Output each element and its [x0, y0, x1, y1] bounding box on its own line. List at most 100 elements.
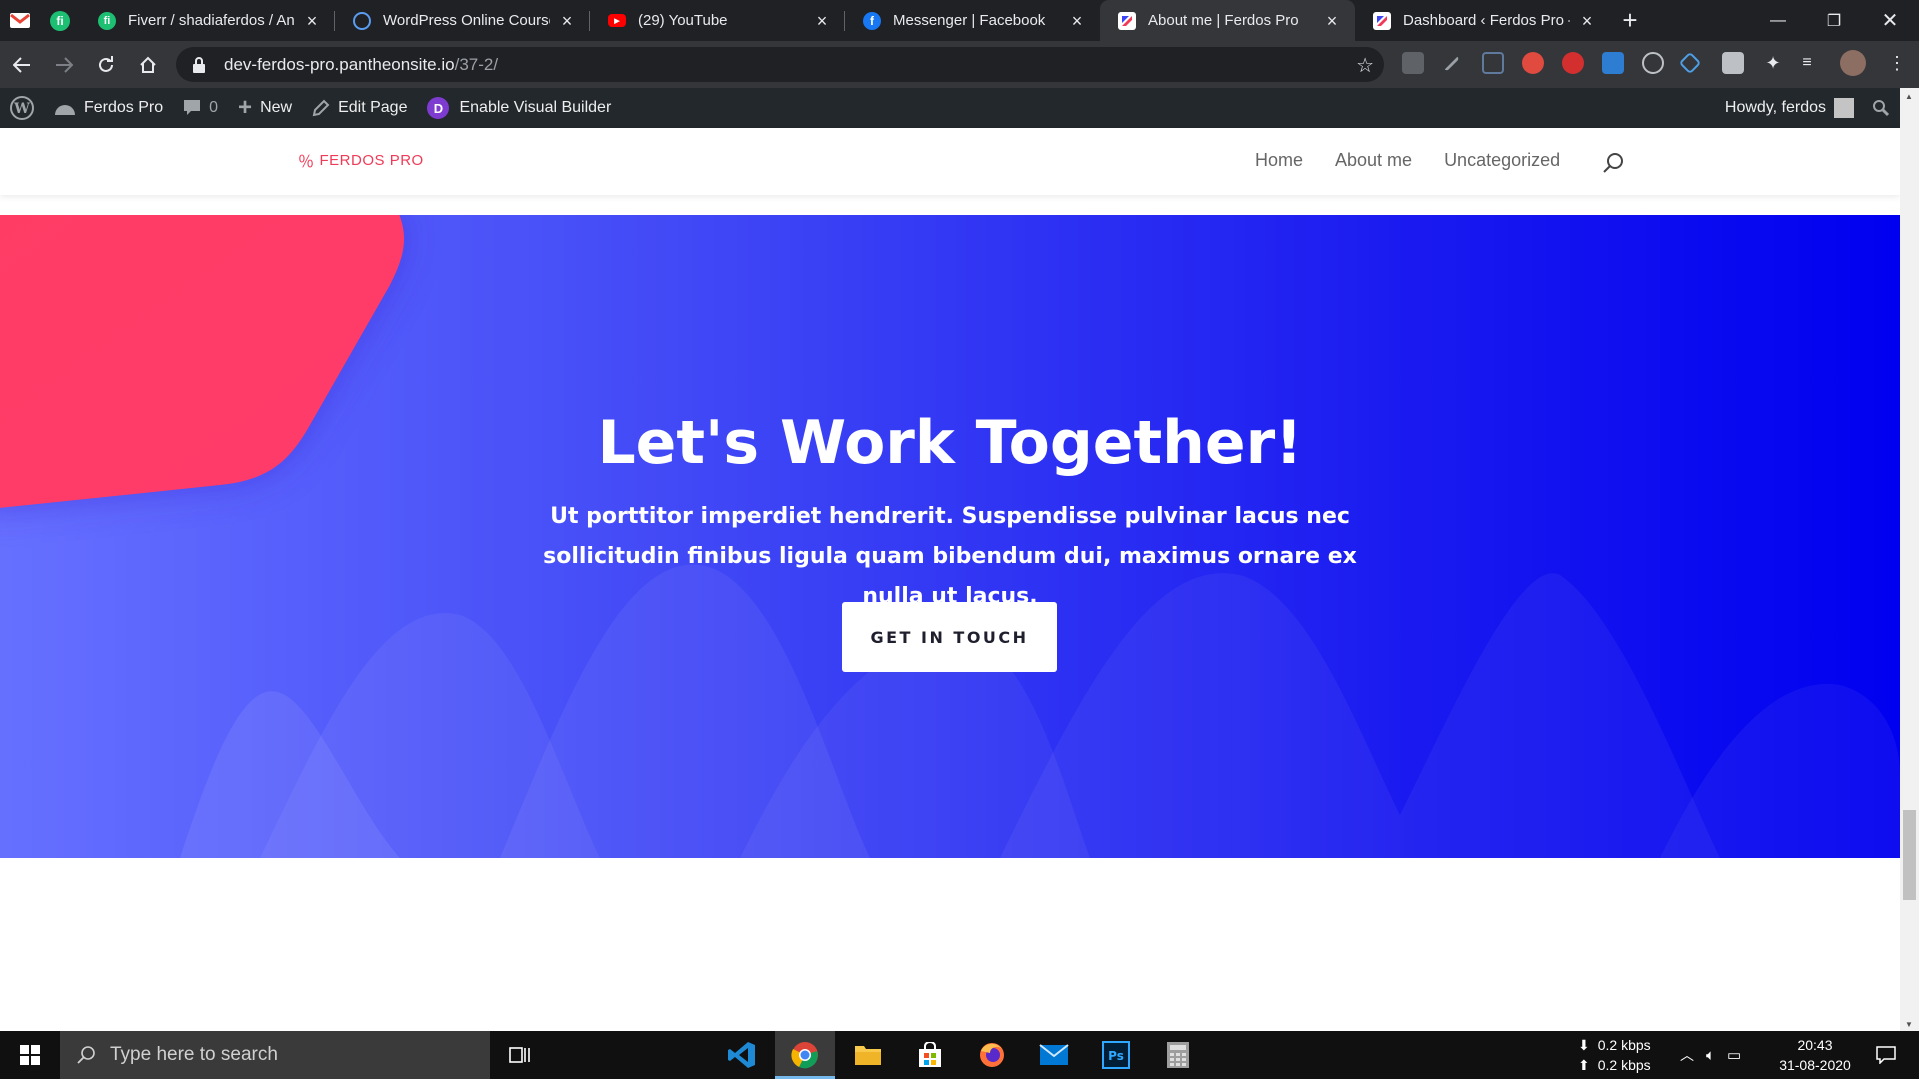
windows-taskbar: Type here to search Ps ⬇ ⬆ 0.2 kbps 0.2 … [0, 1031, 1919, 1079]
close-tab-icon[interactable]: × [1068, 12, 1086, 30]
tab-fiverr[interactable]: fi Fiverr / shadiaferdos / Ana × [80, 0, 335, 41]
tab-youtube[interactable]: ▶ (29) YouTube × [590, 0, 845, 41]
address-bar[interactable]: dev-ferdos-pro.pantheonsite.io/37-2/ ☆ [176, 47, 1384, 82]
tab-pinned-gmail[interactable] [0, 0, 40, 41]
wp-site-menu[interactable]: Ferdos Pro [44, 88, 173, 128]
close-tab-icon[interactable]: × [813, 12, 831, 30]
clock-time: 20:43 [1797, 1037, 1833, 1053]
extension-adblock-icon[interactable] [1562, 52, 1584, 74]
extension-cast-icon[interactable] [1402, 52, 1424, 74]
net-up-speed: 0.2 kbps [1597, 1057, 1651, 1073]
wp-howdy[interactable]: Howdy, ferdos [1725, 99, 1826, 117]
extension-profile-icon[interactable] [1722, 52, 1744, 74]
network-speed-widget[interactable]: ⬇ ⬆ 0.2 kbps 0.2 kbps [1578, 1031, 1651, 1079]
hero-body-text: Ut porttitor imperdiet hendrerit. Suspen… [543, 504, 1357, 609]
taskbar-vscode[interactable] [712, 1031, 772, 1079]
taskbar-chrome[interactable] [775, 1031, 835, 1079]
url-host: dev-ferdos-pro.pantheonsite.io [224, 54, 455, 74]
scroll-up-arrow-icon[interactable]: ▲ [1905, 92, 1913, 101]
close-tab-icon[interactable]: × [1578, 12, 1596, 30]
page-scrollbar[interactable]: ▲ ▼ [1900, 88, 1919, 1031]
taskbar-photoshop[interactable]: Ps [1086, 1031, 1146, 1079]
wp-edit-page[interactable]: Edit Page [302, 88, 417, 128]
pencil-icon [312, 99, 330, 117]
back-button[interactable] [2, 45, 42, 85]
scrollbar-thumb[interactable] [1903, 810, 1916, 900]
wp-account-area: Howdy, ferdos [1725, 88, 1890, 128]
wp-comments-count: 0 [209, 99, 219, 116]
close-window-button[interactable]: ✕ [1858, 0, 1919, 41]
taskbar-calculator[interactable] [1148, 1031, 1208, 1079]
site-logo[interactable]: ％ FERDOS PRO [298, 148, 424, 172]
task-view-button[interactable] [490, 1031, 550, 1079]
wp-logo-menu[interactable]: W [0, 88, 44, 128]
extension-camera-icon[interactable] [1482, 52, 1504, 74]
tab-about-me[interactable]: About me | Ferdos Pro × [1100, 0, 1355, 41]
taskbar-store[interactable] [900, 1031, 960, 1079]
volume-icon[interactable]: 🔈︎ [1706, 1047, 1715, 1064]
wp-comments-menu[interactable]: 0 [173, 88, 228, 128]
hero-section: Let's Work Together! Ut porttitor imperd… [0, 215, 1900, 858]
forward-button[interactable] [44, 45, 84, 85]
restore-button[interactable]: ❐ [1802, 0, 1866, 41]
get-in-touch-button[interactable]: GET IN TOUCH [842, 602, 1057, 672]
reload-button[interactable] [86, 45, 126, 85]
notification-icon [1876, 1046, 1896, 1064]
folder-icon [855, 1046, 881, 1065]
close-tab-icon[interactable]: × [303, 12, 321, 30]
chrome-icon [791, 1042, 818, 1069]
tab-dashboard[interactable]: Dashboard ‹ Ferdos Pro — × [1355, 0, 1610, 41]
nav-uncategorized[interactable]: Uncategorized [1444, 150, 1560, 171]
tab-pinned-fiverr[interactable]: fi [40, 0, 80, 41]
extensions-puzzle-icon[interactable]: ✦ [1762, 52, 1784, 74]
lock-icon [193, 56, 205, 73]
taskbar-firefox[interactable] [962, 1031, 1022, 1079]
bookmark-star-icon[interactable]: ☆ [1356, 53, 1374, 78]
wp-admin-bar: W Ferdos Pro 0 + New Edit Page D Enable … [0, 88, 1900, 128]
scroll-down-arrow-icon[interactable]: ▼ [1905, 1020, 1913, 1029]
tab-strip: fi fi Fiverr / shadiaferdos / Ana × Word… [0, 0, 1919, 41]
wp-site-name: Ferdos Pro [84, 99, 164, 116]
search-icon[interactable] [1602, 152, 1624, 174]
chevron-up-icon[interactable]: ︿ [1680, 1045, 1694, 1065]
wp-builder-label: Enable Visual Builder [459, 99, 612, 116]
site-icon [1118, 11, 1136, 30]
nav-about-me[interactable]: About me [1335, 150, 1412, 171]
extension-settings-icon[interactable] [1602, 52, 1624, 74]
home-button[interactable] [128, 45, 168, 85]
taskbar-file-explorer[interactable] [838, 1031, 898, 1079]
new-tab-button[interactable]: + [1610, 0, 1650, 41]
extension-grammar-icon[interactable] [1522, 52, 1544, 74]
tab-wordpress-course[interactable]: WordPress Online Course × [335, 0, 590, 41]
profile-avatar[interactable] [1840, 50, 1866, 76]
tab-title: About me | Ferdos Pro [1148, 12, 1299, 29]
nav-home[interactable]: Home [1255, 150, 1303, 171]
svg-text:W: W [13, 101, 30, 117]
comment-icon [184, 100, 201, 115]
taskbar-mail[interactable] [1024, 1031, 1084, 1079]
arrow-right-icon [56, 56, 73, 73]
net-down-speed: 0.2 kbps [1597, 1037, 1651, 1053]
store-icon [919, 1042, 941, 1067]
network-icon[interactable]: ▭ [1727, 1046, 1741, 1064]
tab-title: Fiverr / shadiaferdos / Ana [128, 12, 295, 29]
clock[interactable]: 20:43 31-08-2020 [1770, 1031, 1860, 1079]
close-tab-icon[interactable]: × [558, 12, 576, 30]
extension-bulb-icon[interactable] [1642, 52, 1664, 74]
wp-new-menu[interactable]: + New [228, 88, 302, 128]
start-button[interactable] [0, 1031, 60, 1079]
site-header: ％ FERDOS PRO Home About me Uncategorized [0, 128, 1900, 195]
chrome-menu-icon[interactable]: ⋮ [1888, 52, 1906, 74]
media-queue-icon[interactable]: ≡ [1796, 52, 1818, 74]
notifications-button[interactable] [1866, 1031, 1906, 1079]
task-view-icon [509, 1047, 530, 1063]
fiverr-icon: fi [50, 10, 70, 31]
taskbar-search-box[interactable]: Type here to search [60, 1031, 490, 1079]
wp-visual-builder[interactable]: D Enable Visual Builder [417, 88, 621, 128]
minimize-button[interactable]: — [1746, 0, 1810, 41]
home-icon [140, 56, 156, 73]
tab-messenger[interactable]: f Messenger | Facebook × [845, 0, 1100, 41]
user-avatar[interactable] [1834, 98, 1854, 118]
close-tab-icon[interactable]: × [1323, 12, 1341, 30]
search-icon[interactable] [1872, 99, 1890, 117]
